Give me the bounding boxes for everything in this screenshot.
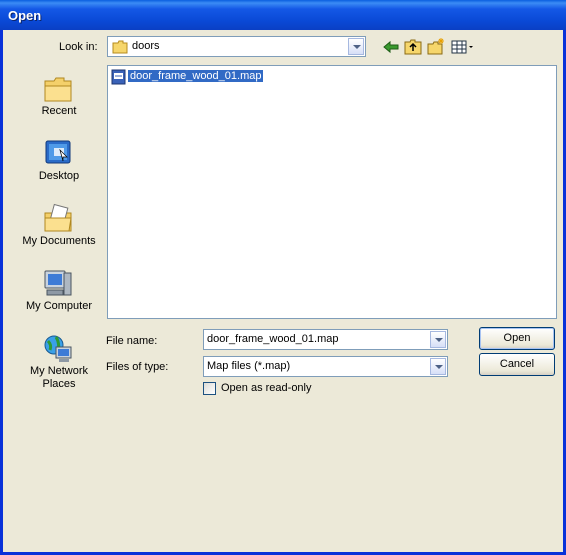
filetype-label: Files of type:: [106, 361, 169, 373]
place-my-documents[interactable]: My Documents: [16, 197, 102, 261]
my-network-places-icon: [44, 335, 72, 362]
place-label: Desktop: [38, 170, 80, 182]
new-folder-icon[interactable]: [426, 37, 446, 57]
chevron-down-icon[interactable]: [348, 38, 364, 55]
place-desktop[interactable]: Desktop: [16, 132, 102, 196]
place-my-computer[interactable]: My Computer: [16, 262, 102, 326]
desktop-icon: [45, 140, 71, 164]
file-list[interactable]: door_frame_wood_01.map: [107, 65, 557, 319]
filename-value: door_frame_wood_01.map: [207, 333, 339, 345]
readonly-label: Open as read-only: [221, 382, 312, 394]
title-bar[interactable]: Open: [0, 0, 566, 30]
up-folder-icon[interactable]: [403, 37, 423, 57]
readonly-checkbox[interactable]: [203, 382, 216, 395]
my-computer-icon: [44, 270, 72, 296]
place-label: Recent: [41, 105, 77, 117]
filetype-dropdown[interactable]: Map files (*.map): [203, 356, 448, 377]
file-name: door_frame_wood_01.map: [128, 70, 264, 82]
open-button[interactable]: Open: [479, 327, 555, 350]
lookin-dropdown[interactable]: doors: [107, 36, 366, 57]
places-bar: Recent Desktop My Documents My Computer …: [16, 63, 102, 403]
filename-label: File name:: [106, 335, 158, 347]
place-label: My Computer: [25, 300, 93, 312]
place-my-network-places[interactable]: My Network Places: [16, 327, 102, 403]
filetype-value: Map files (*.map): [207, 360, 291, 372]
open-dialog: Open Look in: doors Recent Desktop My Do…: [0, 0, 566, 555]
chevron-down-icon[interactable]: [430, 358, 446, 375]
chevron-down-icon[interactable]: [430, 331, 446, 348]
place-recent[interactable]: Recent: [16, 67, 102, 131]
place-label: My Documents: [22, 235, 96, 247]
lookin-label: Look in:: [59, 41, 98, 53]
cancel-button[interactable]: Cancel: [479, 353, 555, 376]
lookin-value: doors: [132, 40, 160, 52]
back-arrow-icon[interactable]: [381, 37, 401, 57]
place-label: My Network Places: [29, 365, 89, 390]
recent-folder-icon: [44, 77, 72, 102]
my-documents-icon: [44, 203, 72, 232]
window-title: Open: [8, 8, 42, 23]
folder-icon: [112, 40, 128, 54]
map-file-icon: [111, 69, 126, 85]
filename-input[interactable]: door_frame_wood_01.map: [203, 329, 448, 350]
view-menu-icon[interactable]: [450, 37, 476, 57]
